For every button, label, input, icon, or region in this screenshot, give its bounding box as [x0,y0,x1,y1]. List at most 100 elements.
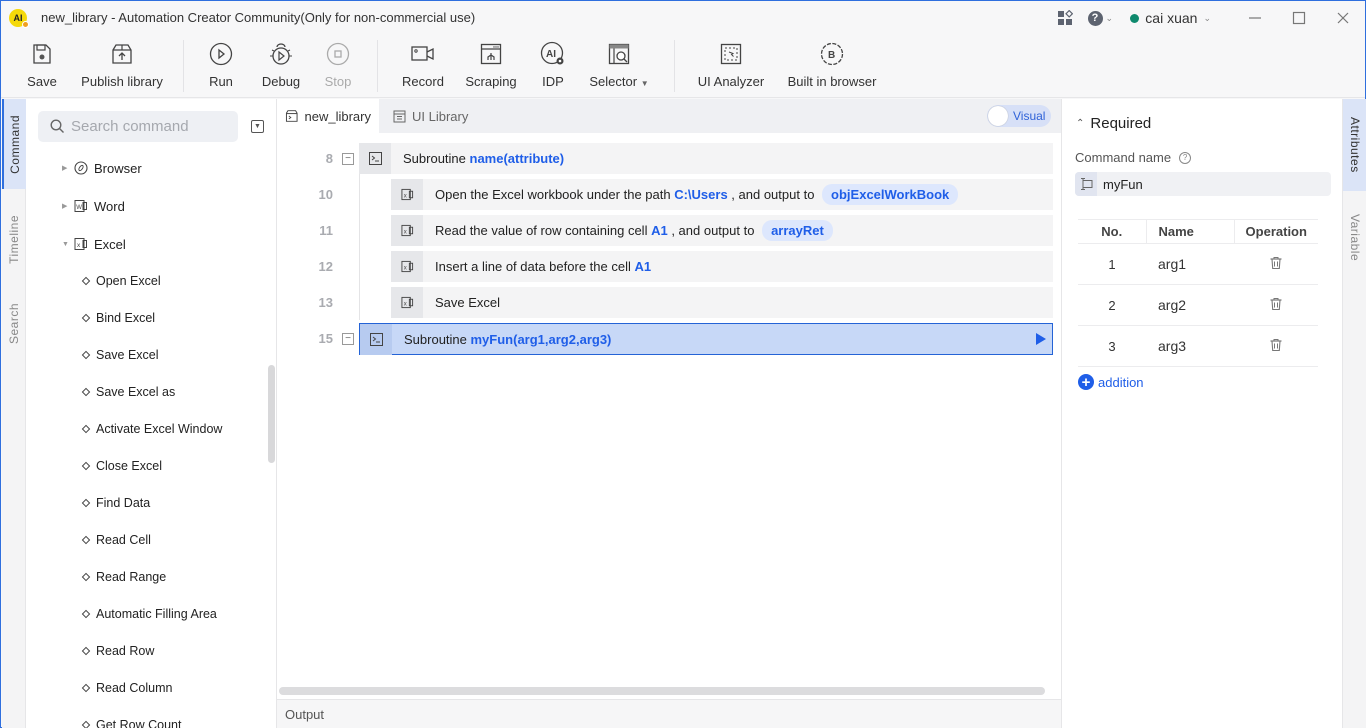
excel-icon: x [391,179,423,210]
required-section-toggle[interactable]: ⌃ Required [1076,115,1151,132]
save-button[interactable]: Save [19,35,65,98]
subroutine-block[interactable]: Subroutine name(attribute) [359,143,1053,174]
statement-text: Subroutine name(attribute) [391,151,564,166]
parameters-table: No. Name Operation 1 arg1 2 arg2 3 arg3 [1078,219,1318,367]
idp-button[interactable]: AI IDP [540,35,566,98]
command-item[interactable]: Bind Excel [81,308,155,328]
param-number: 2 [1078,284,1146,326]
publish-library-button[interactable]: Publish library [77,35,167,98]
svg-text:x: x [403,265,406,271]
svg-text:AI: AI [546,49,556,60]
tab-label: UI Library [412,108,469,124]
help-circle-icon[interactable]: ? [1179,151,1192,164]
line-number: 8 [325,151,333,166]
command-item-label: Read Column [96,681,173,695]
stop-button[interactable]: Stop [323,35,353,98]
param-operation-cell [1234,243,1318,285]
trash-icon[interactable] [1269,338,1283,355]
window-title: new_library - Automation Creator Communi… [41,10,476,25]
apps-icon[interactable] [1050,1,1080,35]
command-panel: ▼ ▶ Browser ▶ W Word ▼ x Excel Open Exce… [26,99,277,728]
param-operation-cell [1234,284,1318,326]
command-item[interactable]: Save Excel [81,345,159,365]
text-part: , and output to [667,223,759,238]
editor-tab-bar: new_library UI Library Visual [277,99,1061,133]
statement-block[interactable]: x Open the Excel workbook under the path… [391,179,1053,210]
statement-block[interactable]: x Insert a line of data before the cell … [391,251,1053,282]
add-parameter-button[interactable]: + addition [1078,374,1144,390]
ui-analyzer-button[interactable]: UI Analyzer [698,35,764,98]
collapse-all-icon[interactable]: ▼ [251,120,264,133]
command-name-input[interactable] [1097,176,1317,192]
command-item[interactable]: Get Row Count [81,715,181,728]
command-item[interactable]: Automatic Filling Area [81,604,217,624]
cell-argument[interactable]: A1 [634,259,651,274]
output-variable[interactable]: objExcelWorkBook [822,184,959,205]
scraping-button[interactable]: Scraping [465,35,517,98]
editor-horizontal-scrollbar[interactable] [279,687,1045,695]
built-in-browser-button[interactable]: B Built in browser [787,35,877,98]
debug-button[interactable]: Debug [261,35,301,98]
command-item[interactable]: Open Excel [81,271,161,291]
command-item[interactable]: Close Excel [81,456,162,476]
command-item[interactable]: Activate Excel Window [81,419,222,439]
help-menu[interactable]: ? ⌄ [1080,1,1120,35]
text-cursor-icon [1075,172,1097,196]
output-panel-header[interactable]: Output [277,699,1061,728]
statement-block[interactable]: x Save Excel [391,287,1053,318]
selector-dropdown[interactable]: Selector ▼ [589,35,649,98]
line-number: 12 [318,259,333,274]
command-name-field[interactable] [1075,172,1331,196]
close-button[interactable] [1321,1,1365,35]
command-panel-scrollbar[interactable] [268,365,275,463]
app-window: AI new_library - Automation Creator Comm… [0,0,1366,728]
maximize-button[interactable] [1277,1,1321,35]
output-variable[interactable]: arrayRet [762,220,833,241]
caret-right-icon: ▶ [62,165,68,172]
tab-attributes[interactable]: Attributes [1343,99,1366,191]
debug-bug-icon [268,41,294,67]
record-button[interactable]: Record [402,35,444,98]
visual-mode-toggle[interactable]: Visual [987,105,1051,127]
trash-icon[interactable] [1269,256,1283,273]
param-name[interactable]: arg1 [1146,243,1234,285]
command-item[interactable]: Find Data [81,493,150,513]
text-part: Read the value of row containing cell [435,223,652,238]
command-item-label: Save Excel as [96,385,176,399]
category-word[interactable]: ▶ W Word [62,196,125,216]
param-name[interactable]: arg3 [1146,325,1234,367]
category-excel[interactable]: ▼ x Excel [62,234,126,254]
user-menu[interactable]: cai xuan ⌄ [1130,10,1211,26]
line-number: 15 [318,331,333,346]
path-argument[interactable]: C:\Users [674,187,727,202]
command-item[interactable]: Save Excel as [81,382,176,402]
tab-command[interactable]: Command [2,99,26,189]
command-item[interactable]: Read Row [81,641,154,661]
tab-variable[interactable]: Variable [1343,203,1366,273]
category-browser[interactable]: ▶ Browser [62,158,142,178]
left-side-tabs: Command Timeline Search [2,99,26,728]
command-search[interactable] [38,111,238,142]
tab-new-library[interactable]: new_library [277,99,379,133]
search-command-input[interactable] [71,118,231,135]
command-item[interactable]: Read Column [81,678,173,698]
run-button[interactable]: Run [206,35,236,98]
minimize-button[interactable] [1233,1,1277,35]
cell-argument[interactable]: A1 [651,223,668,238]
command-item[interactable]: Read Cell [81,530,151,550]
statement-block[interactable]: x Read the value of row containing cell … [391,215,1053,246]
subroutine-block-selected[interactable]: Subroutine myFun(arg1,arg2,arg3) [359,323,1053,355]
tab-ui-library[interactable]: UI Library [385,99,476,133]
collapse-toggle-icon[interactable]: − [342,152,354,165]
collapse-toggle-icon[interactable]: − [342,332,354,345]
user-name: cai xuan [1145,10,1198,26]
right-side-tabs: Attributes Variable [1342,99,1366,728]
command-item[interactable]: Read Range [81,567,166,587]
run-subroutine-icon[interactable] [1036,333,1046,345]
tab-search[interactable]: Search [2,289,26,359]
statement-text: Open the Excel workbook under the path C… [423,184,959,205]
parameters-table-body: 1 arg1 2 arg2 3 arg3 [1078,243,1318,367]
trash-icon[interactable] [1269,297,1283,314]
param-name[interactable]: arg2 [1146,284,1234,326]
tab-timeline[interactable]: Timeline [2,199,26,279]
